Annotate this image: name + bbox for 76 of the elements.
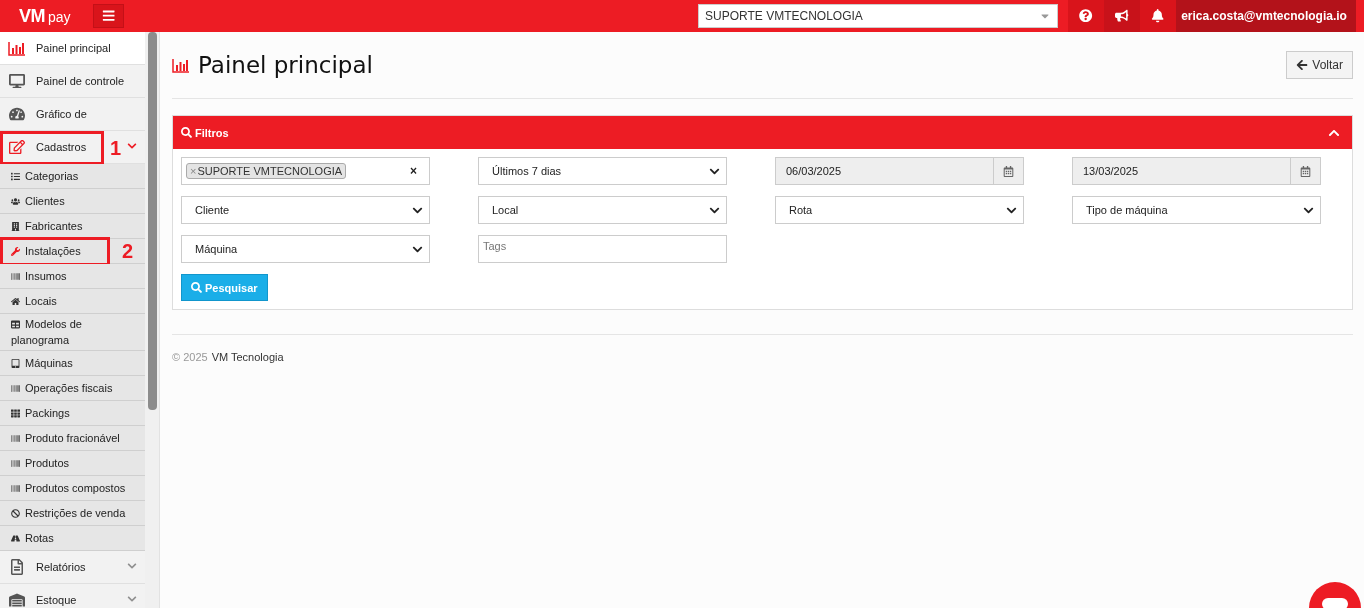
sidebar-item[interactable]: Cadastros 1 (0, 131, 145, 164)
bar-chart-icon (8, 40, 26, 56)
menu-icon (101, 9, 116, 23)
help-icon (1079, 9, 1093, 23)
barcode-icon (11, 484, 20, 493)
document-icon (9, 559, 25, 575)
home-icon (11, 297, 20, 306)
table-icon (11, 320, 20, 329)
arrow-left-icon (1296, 59, 1309, 71)
company-multiselect[interactable]: ×SUPORTE VMTECNOLOGIA × (181, 157, 430, 185)
select-field[interactable]: Últimos 7 dias (478, 157, 727, 185)
step-number: 2 (122, 241, 134, 261)
page-title: Painel principal (198, 52, 373, 78)
road-icon (11, 534, 20, 543)
panel-header[interactable]: Filtros (173, 116, 1352, 149)
select-field[interactable]: Máquina (181, 235, 430, 263)
gauge-icon (9, 106, 25, 122)
select-field[interactable]: Cliente (181, 196, 430, 224)
wrench-icon (11, 247, 20, 256)
submenu-item[interactable]: Produtos compostos (0, 476, 145, 501)
search-icon (181, 127, 192, 138)
megaphone-icon (1115, 9, 1129, 23)
submenu-item[interactable]: Instalações 2 (0, 239, 145, 264)
footer-link[interactable]: VM Tecnologia (211, 351, 284, 363)
submenu-item[interactable]: Fabricantes (0, 214, 145, 239)
submenu-item[interactable]: Packings (0, 401, 145, 426)
select-field[interactable]: Rota (775, 196, 1024, 224)
scrollbar[interactable] (147, 32, 157, 410)
grid-icon (11, 409, 20, 418)
barcode-icon (11, 384, 20, 393)
monitor-icon (9, 73, 25, 89)
tablet-icon (11, 359, 20, 368)
back-button[interactable]: Voltar (1286, 51, 1353, 79)
copyright-text: © 2025 (172, 351, 208, 363)
clear-button[interactable]: × (410, 164, 417, 178)
company-select[interactable]: SUPORTE VMTECNOLOGIA (698, 4, 1058, 28)
barcode-icon (11, 434, 20, 443)
sidebar-item[interactable]: Painel principal (0, 32, 145, 65)
submenu-item[interactable]: Modelos de planograma (0, 314, 145, 351)
submenu-item[interactable]: Clientes (0, 189, 145, 214)
notifications-button[interactable] (1140, 0, 1176, 32)
announcements-button[interactable] (1104, 0, 1140, 32)
submenu-item[interactable]: Insumos (0, 264, 145, 289)
list-icon (11, 172, 20, 181)
edit-icon (9, 139, 25, 155)
select-field[interactable]: Local (478, 196, 727, 224)
date-field[interactable]: 06/03/2025 (775, 157, 1024, 185)
warehouse-icon (9, 592, 25, 608)
ban-icon (11, 509, 20, 518)
submenu-item[interactable]: Produtos (0, 451, 145, 476)
user-menu[interactable]: erica.costa@vmtecnologia.io (1176, 0, 1356, 32)
date-field[interactable]: 13/03/2025 (1072, 157, 1321, 185)
barcode-icon (11, 272, 20, 281)
logo: VM pay (18, 5, 72, 27)
building-icon (11, 222, 20, 231)
select-field[interactable]: Tipo de máquina (1072, 196, 1321, 224)
search-icon (191, 282, 202, 293)
calendar-icon (1003, 165, 1014, 177)
submenu-item[interactable]: Categorias (0, 164, 145, 189)
calendar-icon (1300, 165, 1311, 177)
barcode-icon (11, 459, 20, 468)
submenu-item[interactable]: Locais (0, 289, 145, 314)
bar-chart-icon (172, 57, 190, 73)
tags-input[interactable]: Tags (478, 235, 727, 263)
submenu-item[interactable]: Rotas (0, 526, 145, 551)
submenu-item[interactable]: Produto fracionável (0, 426, 145, 451)
submenu-item[interactable]: Operações fiscais (0, 376, 145, 401)
step-number: 1 (110, 138, 122, 158)
bell-icon (1151, 9, 1165, 23)
users-icon (11, 197, 20, 206)
selected-tag[interactable]: ×SUPORTE VMTECNOLOGIA (186, 163, 347, 179)
panel-title: Filtros (181, 126, 229, 139)
submenu-item[interactable]: Restrições de venda (0, 501, 145, 526)
menu-button[interactable] (93, 4, 124, 28)
submenu-item[interactable]: Máquinas (0, 351, 145, 376)
help-button[interactable] (1068, 0, 1104, 32)
